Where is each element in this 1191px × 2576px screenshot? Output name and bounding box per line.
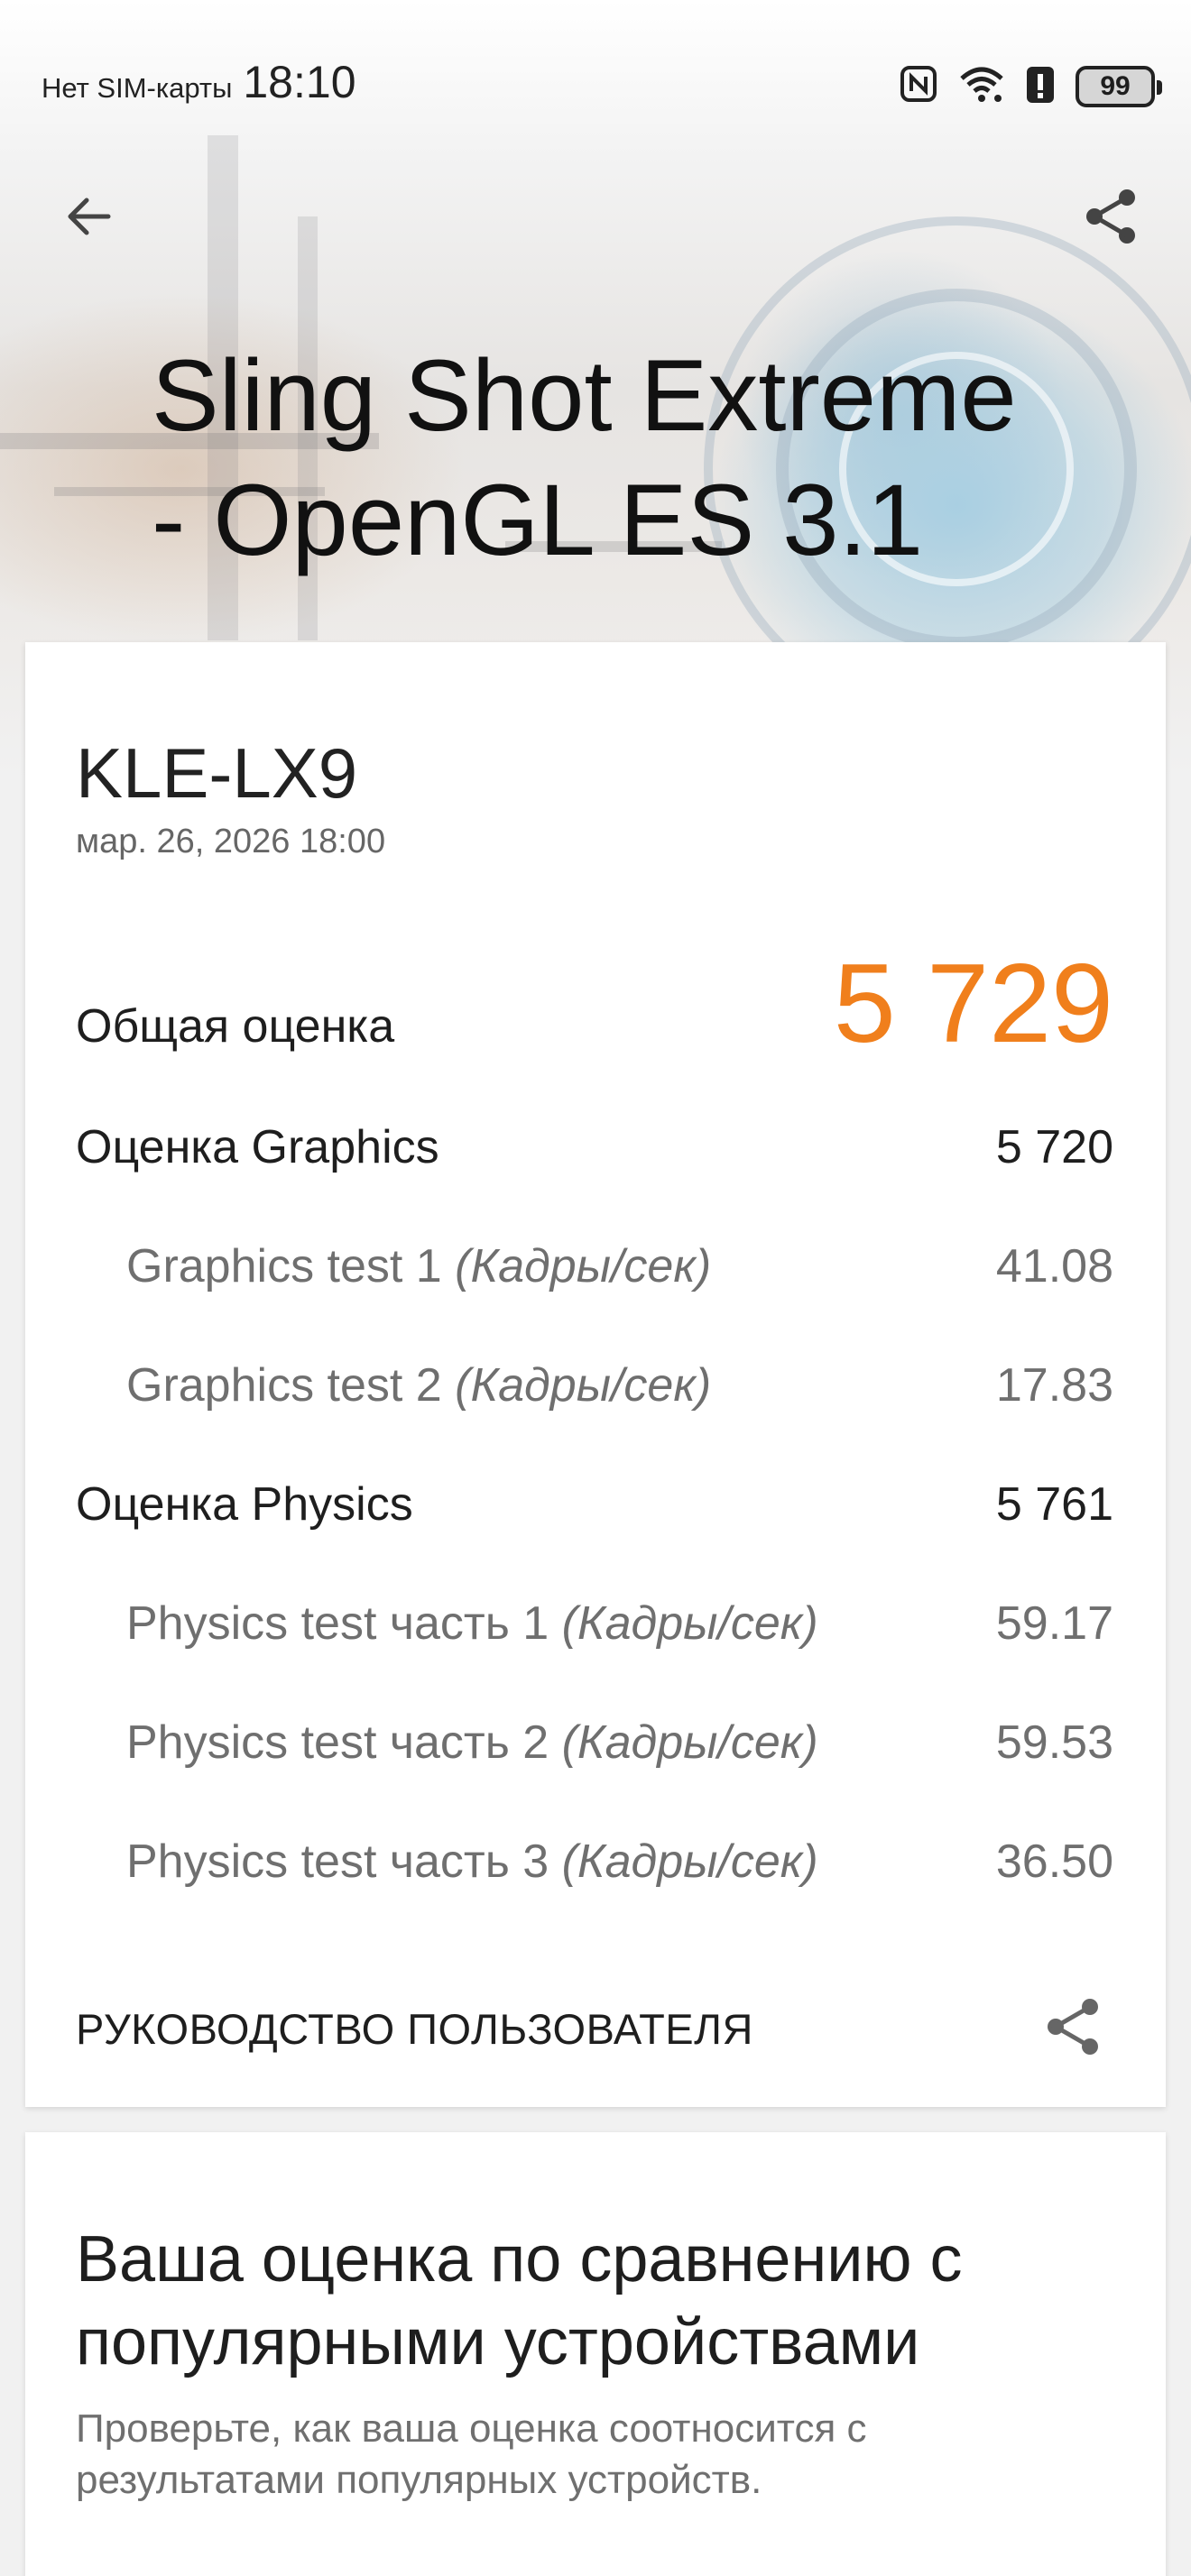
physics-score-row: Оценка Physics 5 761: [76, 1477, 1113, 1532]
nfc-icon: [899, 64, 938, 108]
share-result-button[interactable]: [1041, 1995, 1104, 2063]
physics-score-value: 5 761: [995, 1478, 1113, 1531]
physics-test-row: Physics test часть 3 (Кадры/сек) 36.50: [76, 1835, 1113, 1889]
share-icon: [1048, 1999, 1098, 2055]
page-title: Sling Shot Extreme - OpenGL ES 3.1: [152, 334, 1144, 583]
comparison-card[interactable]: Ваша оценка по сравнению с популярными у…: [25, 2132, 1166, 2576]
test-label: Physics test часть 2: [126, 1716, 549, 1769]
clock: 18:10: [243, 57, 356, 107]
test-unit: (Кадры/сек): [561, 1597, 818, 1650]
graphics-score-row: Оценка Graphics 5 720: [76, 1120, 1113, 1174]
share-button[interactable]: [1076, 180, 1148, 253]
test-unit: (Кадры/сек): [561, 1835, 818, 1888]
test-value: 36.50: [995, 1835, 1113, 1888]
test-label: Graphics test 1: [126, 1240, 442, 1293]
test-value: 41.08: [995, 1240, 1113, 1293]
physics-test-row: Physics test часть 2 (Кадры/сек) 59.53: [76, 1716, 1113, 1770]
test-label: Graphics test 2: [126, 1359, 442, 1412]
physics-score-label: Оценка Physics: [76, 1478, 413, 1531]
total-score-row: Общая оценка 5 729: [76, 940, 1113, 1068]
graphics-test-row: Graphics test 1 (Кадры/сек) 41.08: [76, 1239, 1113, 1293]
sim-status: Нет SIM-карты: [42, 72, 233, 104]
comparison-description: Проверьте, как ваша оценка соотносится с…: [76, 2406, 867, 2502]
wifi-icon: [958, 64, 1005, 108]
user-guide-link[interactable]: РУКОВОДСТВО ПОЛЬЗОВАТЕЛЯ: [76, 2004, 753, 2054]
result-date: мар. 26, 2026 18:00: [76, 823, 386, 860]
total-score-label: Общая оценка: [76, 1000, 395, 1053]
test-value: 59.17: [995, 1597, 1113, 1650]
title-line-1: Sling Shot Extreme: [152, 339, 1017, 452]
test-label: Physics test часть 3: [126, 1835, 549, 1888]
test-value: 59.53: [995, 1716, 1113, 1769]
test-value: 17.83: [995, 1359, 1113, 1412]
result-card: KLE-LX9 мар. 26, 2026 18:00 Общая оценка…: [25, 642, 1166, 2107]
back-button[interactable]: [52, 180, 125, 253]
graphics-score-label: Оценка Graphics: [76, 1121, 439, 1173]
status-bar: Нет SIM-карты 18:10 99: [0, 0, 1191, 171]
battery-icon: 99: [1076, 65, 1162, 107]
device-name: KLE-LX9: [76, 733, 358, 813]
physics-test-row: Physics test часть 1 (Кадры/сек) 59.17: [76, 1596, 1113, 1651]
user-guide-row: РУКОВОДСТВО ПОЛЬЗОВАТЕЛЯ: [76, 1995, 1113, 2063]
test-unit: (Кадры/сек): [455, 1240, 712, 1293]
graphics-score-value: 5 720: [995, 1121, 1113, 1173]
share-icon: [1086, 189, 1135, 244]
title-line-2: - OpenGL ES 3.1: [152, 464, 923, 576]
test-unit: (Кадры/сек): [455, 1359, 712, 1412]
test-unit: (Кадры/сек): [561, 1716, 818, 1769]
arrow-left-icon: [68, 198, 111, 235]
graphics-test-row: Graphics test 2 (Кадры/сек) 17.83: [76, 1358, 1113, 1412]
total-score-value: 5 729: [833, 942, 1113, 1066]
battery-level: 99: [1100, 70, 1131, 101]
alert-icon: [1025, 63, 1056, 109]
test-label: Physics test часть 1: [126, 1597, 549, 1650]
comparison-title: Ваша оценка по сравнению с популярными у…: [76, 2223, 963, 2378]
